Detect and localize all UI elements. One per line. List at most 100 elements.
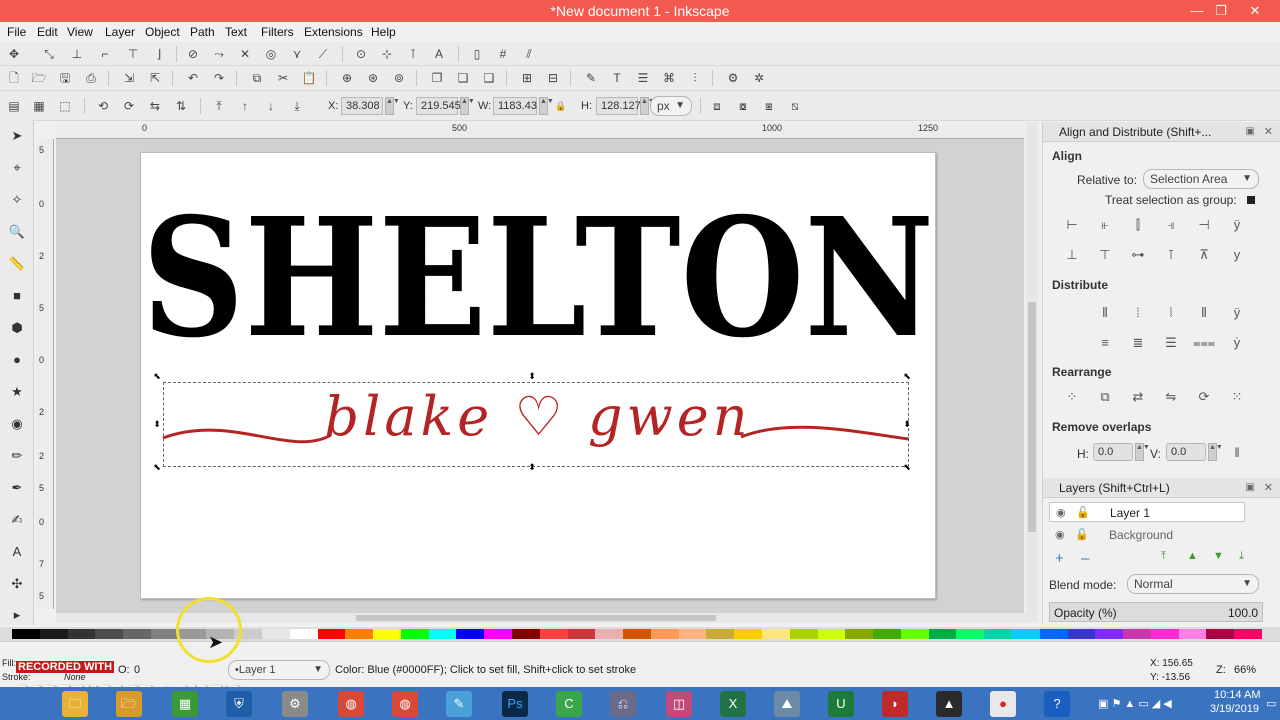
snap-path-icon[interactable]: ⤳ [210, 45, 228, 63]
snap-bbox-icon[interactable]: ⤡ [40, 45, 58, 63]
palette-swatch[interactable] [706, 629, 735, 639]
align-left-edges-icon[interactable]: ⫦ [1094, 214, 1116, 236]
node-tool-icon[interactable]: ⌖ [7, 158, 27, 178]
palette-swatch[interactable] [567, 629, 596, 639]
layer-row-background[interactable]: ◉ 🔓 Background [1049, 525, 1245, 545]
exchange-selection-order-icon[interactable]: ⇄ [1127, 386, 1149, 408]
center-horizontal-axis-icon[interactable]: ⊶ [1127, 244, 1149, 266]
scale-handle-bottom-right[interactable]: ⬉ [902, 462, 912, 472]
xps-viewer-icon[interactable]: ⎌ [610, 691, 636, 717]
snap-page-icon[interactable]: ▯ [468, 45, 486, 63]
paste-icon[interactable]: 📋 [300, 69, 318, 87]
snap-object-center-icon[interactable]: ⊙ [352, 45, 370, 63]
move-patterns-icon[interactable]: ⧅ [786, 97, 804, 115]
palette-swatch[interactable] [845, 629, 874, 639]
fill-stroke-icon[interactable]: ✎ [582, 69, 600, 87]
exchange-clockwise-icon[interactable]: ⟳ [1193, 386, 1215, 408]
overlap-v-spinner[interactable]: ▲▼ [1208, 443, 1223, 461]
scale-corners-icon[interactable]: ⧇ [734, 97, 752, 115]
opacity-status-value[interactable]: 0 [134, 664, 140, 676]
spray-tool-icon[interactable]: ✣ [7, 574, 27, 594]
align-baseline-icon[interactable]: ÿ [1226, 214, 1248, 236]
snap-tangent-icon[interactable]: ⟋ [314, 45, 332, 63]
clone-icon[interactable]: ❏ [454, 69, 472, 87]
move-gradients-icon[interactable]: ⧆ [760, 97, 778, 115]
y-input[interactable]: 219.545 [416, 97, 461, 115]
remove-overlap-rearrange-icon[interactable]: ⁙ [1226, 386, 1248, 408]
save-icon[interactable]: 🖫 [56, 69, 74, 87]
align-top-edges-icon[interactable]: ⊤ [1094, 244, 1116, 266]
overlap-h-spinner[interactable]: ▲▼ [1135, 443, 1150, 461]
distribute-top-icon[interactable]: ≡ [1094, 332, 1116, 354]
eye-icon[interactable]: ◉ [1056, 503, 1066, 523]
tweak-tool-icon[interactable]: ✧ [7, 190, 27, 210]
palette-swatch[interactable] [39, 629, 68, 639]
calculator-icon[interactable]: ▦ [172, 691, 198, 717]
palette-swatch[interactable] [456, 629, 485, 639]
palette-swatch[interactable] [1178, 629, 1207, 639]
raise-layer-icon[interactable]: ▲ [1187, 550, 1198, 562]
palette-swatch[interactable] [1039, 629, 1068, 639]
relative-to-select[interactable]: Selection Area ▼ [1143, 169, 1259, 189]
zoom-tool-icon[interactable]: 🔍 [7, 222, 27, 242]
red-app-icon[interactable]: ◗ [882, 691, 908, 717]
lower-layer-icon[interactable]: ▼ [1213, 550, 1224, 562]
lock-ratio-icon[interactable]: 🔒 [552, 97, 570, 115]
ellipse-tool-icon[interactable]: ● [7, 350, 27, 370]
snap-text-baseline-icon[interactable]: ⊺ [404, 45, 422, 63]
help-icon[interactable]: ? [1044, 691, 1070, 717]
distribute-right-icon[interactable]: ⦚ [1160, 302, 1182, 324]
palette-swatch[interactable] [400, 629, 429, 639]
inkscape-icon[interactable]: ▲ [936, 691, 962, 717]
print-icon[interactable]: ⎙ [82, 69, 100, 87]
snap-smooth-icon[interactable]: ◎ [262, 45, 280, 63]
opacity-slider[interactable]: Opacity (%) 100.0 [1049, 602, 1263, 622]
raise-to-top-icon[interactable]: ⤒ [210, 97, 228, 115]
flip-vertical-icon[interactable]: ⇅ [172, 97, 190, 115]
menu-help[interactable]: Help [371, 25, 396, 39]
align-right-edges-icon[interactable]: ⫣ [1160, 214, 1182, 236]
rotate-ccw-icon[interactable]: ⟲ [94, 97, 112, 115]
snap-edge-icon[interactable]: ⊥ [68, 45, 86, 63]
eye-icon[interactable]: ◉ [1055, 525, 1065, 545]
menu-view[interactable]: View [67, 25, 93, 39]
select-all-icon[interactable]: ▤ [5, 97, 23, 115]
close-icon[interactable]: ✕ [1264, 122, 1273, 142]
measure-tool-icon[interactable]: 📏 [7, 254, 27, 274]
vertical-scrollbar[interactable] [1026, 122, 1038, 622]
xml-editor-icon[interactable]: ⌘ [660, 69, 678, 87]
align-left-to-right-icon[interactable]: ⊣ [1193, 214, 1215, 236]
selector-tool-icon[interactable]: ➤ [7, 126, 27, 146]
overlap-h-input[interactable]: 0.0 [1093, 443, 1133, 461]
snap-midpoint-icon[interactable]: ⊤ [124, 45, 142, 63]
palette-swatch[interactable] [956, 629, 985, 639]
menu-edit[interactable]: Edit [37, 25, 58, 39]
close-button[interactable]: ✕ [1240, 1, 1270, 21]
palette-swatch[interactable] [95, 629, 124, 639]
snap-guides-icon[interactable]: ⫽ [520, 45, 538, 63]
new-document-icon[interactable]: 🗋 [5, 69, 23, 87]
box-3d-tool-icon[interactable]: ⬢ [7, 318, 27, 338]
folder-icon[interactable]: 🗁 [116, 691, 142, 717]
remove-overlaps-button-icon[interactable]: ‖ [1226, 442, 1248, 464]
snap-cusp-icon[interactable]: ⋎ [288, 45, 306, 63]
overlap-v-input[interactable]: 0.0 [1166, 443, 1206, 461]
group-icon[interactable]: ⊞ [518, 69, 536, 87]
palette-swatch[interactable] [762, 629, 790, 639]
menu-path[interactable]: Path [190, 25, 215, 39]
calligraphy-tool-icon[interactable]: ✍ [7, 510, 27, 530]
x-spinner[interactable]: ▲▼ [385, 97, 400, 115]
select-all-layers-icon[interactable]: ▦ [30, 97, 48, 115]
image-viewer-icon[interactable]: ⛰ [774, 691, 800, 717]
raise-icon[interactable]: ↑ [236, 97, 254, 115]
snap-guide-icon[interactable]: A [430, 45, 448, 63]
cut-icon[interactable]: ✂ [274, 69, 292, 87]
treat-as-group-checkbox[interactable] [1247, 196, 1255, 204]
export-icon[interactable]: ⇱ [146, 69, 164, 87]
align-top-to-bottom-icon[interactable]: ⊼ [1193, 244, 1215, 266]
height-spinner[interactable]: ▲▼ [640, 97, 655, 115]
palette-swatch[interactable] [928, 629, 957, 639]
distribute-center-v-icon[interactable]: ≣ [1127, 332, 1149, 354]
snap-nodes-icon[interactable]: ⊘ [184, 45, 202, 63]
design-app-icon[interactable]: ◫ [666, 691, 692, 717]
